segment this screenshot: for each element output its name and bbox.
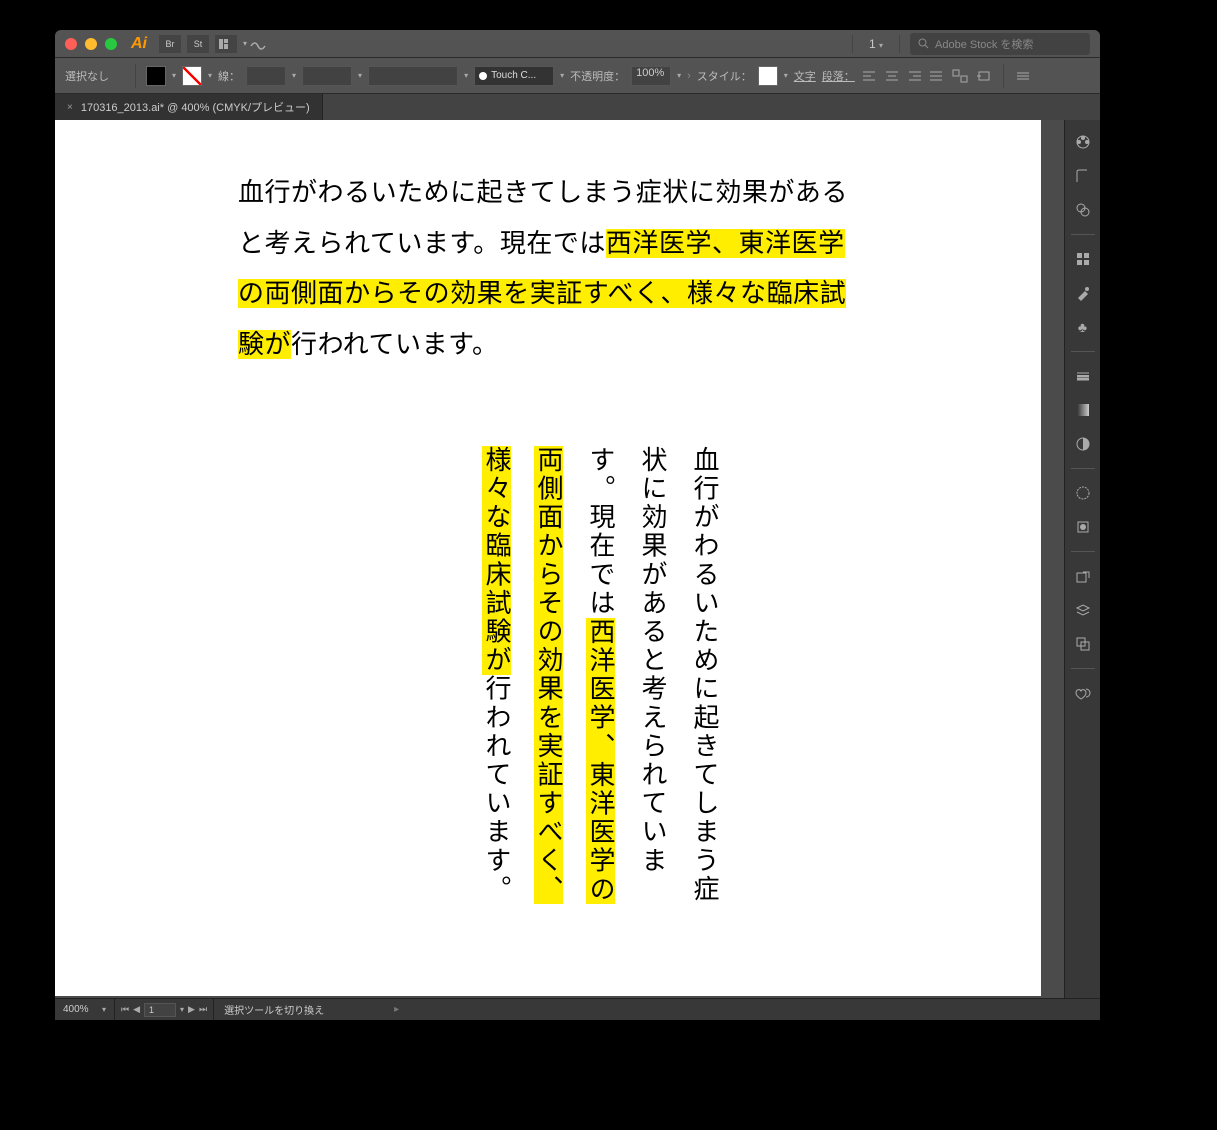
- workspace-label: 1: [869, 37, 876, 51]
- window-controls: [65, 38, 117, 50]
- pathfinder-panel-icon[interactable]: [1071, 198, 1095, 222]
- vertical-paragraph[interactable]: 血行がわるいために起きてしまう症 状に効果があると考えられていま す。現在では西…: [417, 446, 717, 946]
- gpu-preview-button[interactable]: [247, 35, 269, 53]
- menu-icon[interactable]: [1014, 67, 1032, 85]
- first-artboard-button[interactable]: ⏮: [121, 1004, 129, 1015]
- fill-swatch[interactable]: [146, 66, 166, 86]
- color-guide-panel-icon[interactable]: [1071, 164, 1095, 188]
- layers-panel-icon[interactable]: [1071, 598, 1095, 622]
- close-tab-icon[interactable]: ×: [67, 102, 73, 113]
- close-window-button[interactable]: [65, 38, 77, 50]
- paragraph-panel-link[interactable]: 段落：: [822, 68, 855, 84]
- vertical-column-5: 様々な臨床試験が行われています。: [483, 446, 509, 938]
- color-panel-icon[interactable]: [1071, 130, 1095, 154]
- chevron-down-icon: ▾: [292, 71, 296, 80]
- next-artboard-button[interactable]: ▶: [188, 1004, 195, 1015]
- links-panel-icon[interactable]: [1071, 564, 1095, 588]
- artboard: 血行がわるいために起きてしまう症状に効果があると考えられています。現在では西洋医…: [55, 120, 1041, 996]
- control-bar: 選択なし ▾ ▾ 線： ▾ ▾ ▾ Touch C... ▾ 不透明度： 100…: [55, 58, 1100, 94]
- brush-name: Touch C...: [491, 70, 536, 81]
- document-tab[interactable]: × 170316_2013.ai* @ 400% (CMYK/プレビュー): [55, 94, 323, 120]
- libraries-panel-icon[interactable]: [1071, 681, 1095, 705]
- stock-search-box[interactable]: Adobe Stock を検索: [910, 33, 1090, 55]
- stroke-weight-input[interactable]: [246, 66, 286, 86]
- brush-dot-icon: [479, 72, 487, 80]
- app-icon: Ai: [131, 35, 147, 53]
- chevron-down-icon: ▾: [102, 1005, 106, 1014]
- style-label: スタイル：: [697, 68, 752, 84]
- zoom-level-input[interactable]: 400% ▾: [55, 999, 115, 1020]
- search-icon: [918, 38, 929, 49]
- stroke-weight-label: 線：: [218, 68, 240, 84]
- text-plain: 行われています。: [291, 330, 498, 359]
- artboard-number-input[interactable]: 1: [144, 1003, 176, 1017]
- swatches-panel-icon[interactable]: [1071, 247, 1095, 271]
- align-left-icon[interactable]: [861, 67, 879, 85]
- vertical-column-4: 両側面からその効果を実証すべく、: [535, 446, 561, 938]
- arrange-documents-button[interactable]: [215, 35, 237, 53]
- artboards-panel-icon[interactable]: [1071, 632, 1095, 656]
- minimize-window-button[interactable]: [85, 38, 97, 50]
- horizontal-paragraph[interactable]: 血行がわるいために起きてしまう症状に効果があると考えられています。現在では西洋医…: [238, 168, 858, 371]
- character-panel-link[interactable]: 文字: [794, 68, 816, 84]
- bridge-button[interactable]: Br: [159, 35, 181, 53]
- symbols-panel-icon[interactable]: ♣: [1071, 315, 1095, 339]
- stock-button[interactable]: St: [187, 35, 209, 53]
- chevron-down-icon: ▾: [560, 71, 564, 80]
- chevron-down-icon: ▾: [172, 71, 176, 80]
- chevron-down-icon: ▾: [879, 41, 883, 50]
- stroke-profile-input[interactable]: [302, 66, 352, 86]
- canvas[interactable]: 血行がわるいために起きてしまう症状に効果があると考えられています。現在では西洋医…: [55, 120, 1064, 998]
- maximize-window-button[interactable]: [105, 38, 117, 50]
- variable-width-profile[interactable]: [368, 66, 458, 86]
- isolate-icon[interactable]: [975, 67, 993, 85]
- vertical-column-3: す。現在では西洋医学、東洋医学の: [587, 446, 613, 938]
- artboard-navigator: ⏮ ◀ 1 ▾ ▶ ⏭: [115, 999, 214, 1020]
- stroke-panel-icon[interactable]: [1071, 364, 1095, 388]
- gradient-panel-icon[interactable]: [1071, 398, 1095, 422]
- status-hint: 選択ツールを切り換え: [214, 1002, 334, 1017]
- zoom-value: 400%: [63, 1004, 89, 1015]
- search-placeholder: Adobe Stock を検索: [935, 36, 1033, 52]
- vertical-column-2: 状に効果があると考えられていま: [639, 446, 665, 938]
- chevron-down-icon: ▾: [208, 71, 212, 80]
- align-right-icon[interactable]: [905, 67, 923, 85]
- opacity-label: 不透明度：: [570, 68, 625, 84]
- chevron-down-icon: ▾: [358, 71, 362, 80]
- stroke-swatch[interactable]: [182, 66, 202, 86]
- selection-label: 選択なし: [65, 68, 121, 84]
- transparency-panel-icon[interactable]: [1071, 432, 1095, 456]
- chevron-down-icon: ▾: [677, 71, 681, 80]
- status-bar: 400% ▾ ⏮ ◀ 1 ▾ ▶ ⏭ 選択ツールを切り換え ▸: [55, 998, 1100, 1020]
- appearance-panel-icon[interactable]: [1071, 481, 1095, 505]
- workspace-switcher[interactable]: 1 ▾: [852, 35, 900, 53]
- chevron-down-icon: ▾: [784, 71, 788, 80]
- right-panel-dock: ♣: [1064, 120, 1100, 998]
- brush-selector[interactable]: Touch C...: [474, 66, 554, 86]
- status-arrow-icon: ▸: [394, 1004, 399, 1015]
- chevron-down-icon: ▾: [464, 71, 468, 80]
- document-filename: 170316_2013.ai* @ 400% (CMYK/プレビュー): [81, 99, 310, 115]
- tab-bar: × 170316_2013.ai* @ 400% (CMYK/プレビュー): [55, 94, 1100, 120]
- brushes-panel-icon[interactable]: [1071, 281, 1095, 305]
- opacity-input[interactable]: 100%: [631, 66, 671, 86]
- graphic-style-swatch[interactable]: [758, 66, 778, 86]
- last-artboard-button[interactable]: ⏭: [199, 1004, 207, 1015]
- align-justify-icon[interactable]: [927, 67, 945, 85]
- title-bar: Ai Br St ▾ 1 ▾ Adobe Stock を検索: [55, 30, 1100, 58]
- vertical-column-1: 血行がわるいために起きてしまう症: [691, 446, 717, 938]
- prev-artboard-button[interactable]: ◀: [133, 1004, 140, 1015]
- graphic-styles-panel-icon[interactable]: [1071, 515, 1095, 539]
- app-window: Ai Br St ▾ 1 ▾ Adobe Stock を検索 選択なし ▾ ▾ …: [55, 30, 1100, 1020]
- workspace: 血行がわるいために起きてしまう症状に効果があると考えられています。現在では西洋医…: [55, 120, 1100, 998]
- chevron-down-icon: ▾: [180, 1005, 184, 1014]
- transform-panel-icon[interactable]: [951, 67, 969, 85]
- align-center-icon[interactable]: [883, 67, 901, 85]
